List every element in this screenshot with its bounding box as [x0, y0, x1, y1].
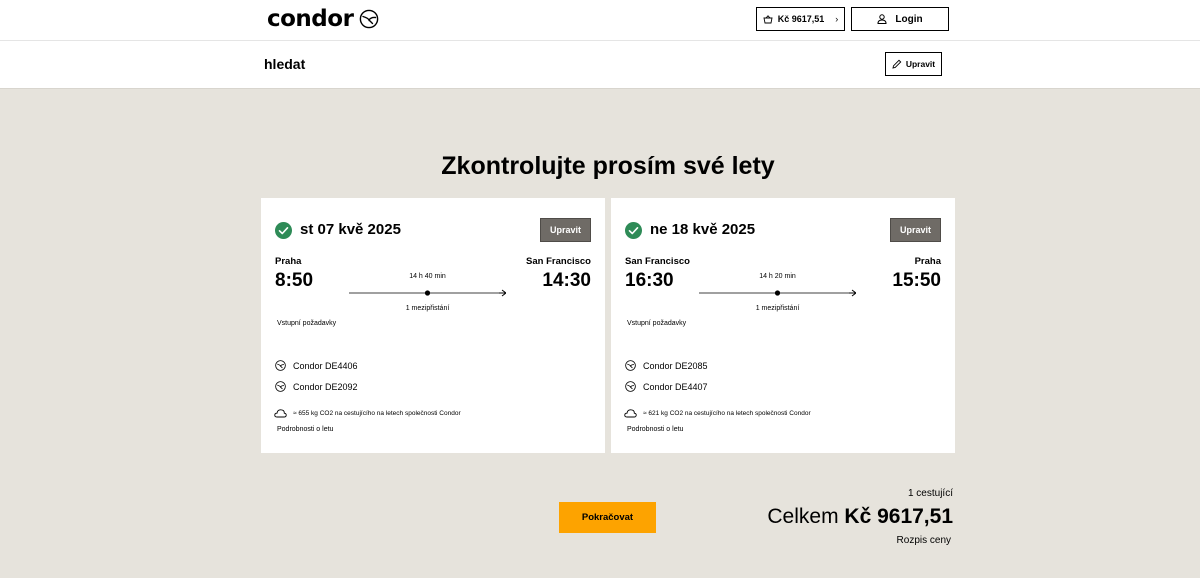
- flight-card-return: ne 18 kvě 2025 Upravit San Francisco Pra…: [611, 198, 955, 453]
- cloud-icon: [624, 409, 637, 418]
- edit-flight-button[interactable]: Upravit: [890, 218, 941, 242]
- condor-airline-icon: [275, 360, 286, 371]
- co2-text: ≈ 621 kg CO2 na cestujícího na letech sp…: [643, 409, 811, 417]
- total-price: Celkem Kč 9617,51: [767, 505, 953, 529]
- basket-icon: [763, 14, 773, 23]
- departure-time: 8:50: [275, 270, 314, 291]
- logo-text: condor: [267, 6, 354, 32]
- edit-flight-button[interactable]: Upravit: [540, 218, 591, 242]
- price-breakdown-link[interactable]: Rozpis ceny: [897, 535, 951, 546]
- edit-search-button[interactable]: Upravit: [885, 52, 942, 76]
- condor-airline-icon: [275, 381, 286, 392]
- search-title: hledat: [264, 56, 306, 72]
- flight-details-link[interactable]: Podrobnosti o letu: [277, 426, 333, 433]
- route-line: [699, 289, 856, 297]
- flight-segment: Condor DE2085: [625, 360, 708, 371]
- departure-city: Praha: [275, 256, 302, 267]
- check-circle-icon: [625, 222, 642, 239]
- co2-info: ≈ 655 kg CO2 na cestujícího na letech sp…: [274, 408, 461, 418]
- passenger-count: 1 cestující: [907, 488, 953, 499]
- flight-number: Condor DE4407: [643, 381, 708, 392]
- co2-text: ≈ 655 kg CO2 na cestujícího na letech sp…: [293, 409, 461, 417]
- flight-segment: Condor DE4407: [625, 381, 708, 392]
- flight-card-outbound: st 07 kvě 2025 Upravit Praha San Francis…: [261, 198, 605, 453]
- cloud-icon: [274, 409, 287, 418]
- flight-number: Condor DE4406: [293, 360, 358, 371]
- condor-logo[interactable]: condor: [267, 6, 379, 32]
- condor-airline-icon: [625, 381, 636, 392]
- flight-duration: 14 h 40 min: [409, 273, 446, 280]
- login-label: Login: [895, 13, 923, 25]
- condor-airline-icon: [625, 360, 636, 371]
- total-amount: Kč 9617,51: [844, 505, 953, 528]
- flight-number: Condor DE2092: [293, 381, 358, 392]
- plane-icon: [849, 289, 856, 297]
- login-button[interactable]: Login: [851, 7, 949, 31]
- departure-time: 16:30: [625, 270, 674, 291]
- search-summary-bar: hledat Upravit: [0, 41, 1200, 89]
- arrival-city: San Francisco: [526, 256, 591, 267]
- departure-city: San Francisco: [625, 256, 690, 267]
- continue-button[interactable]: Pokračovat: [559, 502, 656, 533]
- condor-logo-icon: [360, 9, 379, 29]
- arrival-time: 15:50: [892, 270, 941, 291]
- arrival-time: 14:30: [542, 270, 591, 291]
- flight-segment: Condor DE4406: [275, 360, 358, 371]
- chevron-right-icon: ›: [835, 14, 839, 24]
- entry-requirements-link[interactable]: Vstupní požadavky: [627, 320, 686, 327]
- flight-details-link[interactable]: Podrobnosti o letu: [627, 426, 683, 433]
- basket-button[interactable]: Kč 9617,51 ›: [756, 7, 845, 31]
- top-header: condor Kč 9617,51 › Login: [0, 0, 1200, 41]
- basket-total: Kč 9617,51: [777, 14, 825, 24]
- arrival-city: Praha: [914, 256, 941, 267]
- route-line: [349, 289, 506, 297]
- stops-count: 1 mezipřistání: [755, 305, 800, 312]
- total-label: Celkem: [767, 505, 839, 528]
- stops-count: 1 mezipřistání: [405, 305, 450, 312]
- user-icon: [877, 14, 887, 24]
- co2-info: ≈ 621 kg CO2 na cestujícího na letech sp…: [624, 408, 811, 418]
- pencil-icon: [892, 59, 902, 69]
- flight-segment: Condor DE2092: [275, 381, 358, 392]
- entry-requirements-link[interactable]: Vstupní požadavky: [277, 320, 336, 327]
- flight-number: Condor DE2085: [643, 360, 708, 371]
- check-circle-icon: [275, 222, 292, 239]
- flight-date: st 07 kvě 2025: [300, 221, 401, 238]
- flight-duration: 14 h 20 min: [759, 273, 796, 280]
- edit-search-label: Upravit: [905, 59, 936, 69]
- plane-icon: [499, 289, 506, 297]
- flight-date: ne 18 kvě 2025: [650, 221, 756, 238]
- page-title: Zkontrolujte prosím své lety: [441, 152, 775, 180]
